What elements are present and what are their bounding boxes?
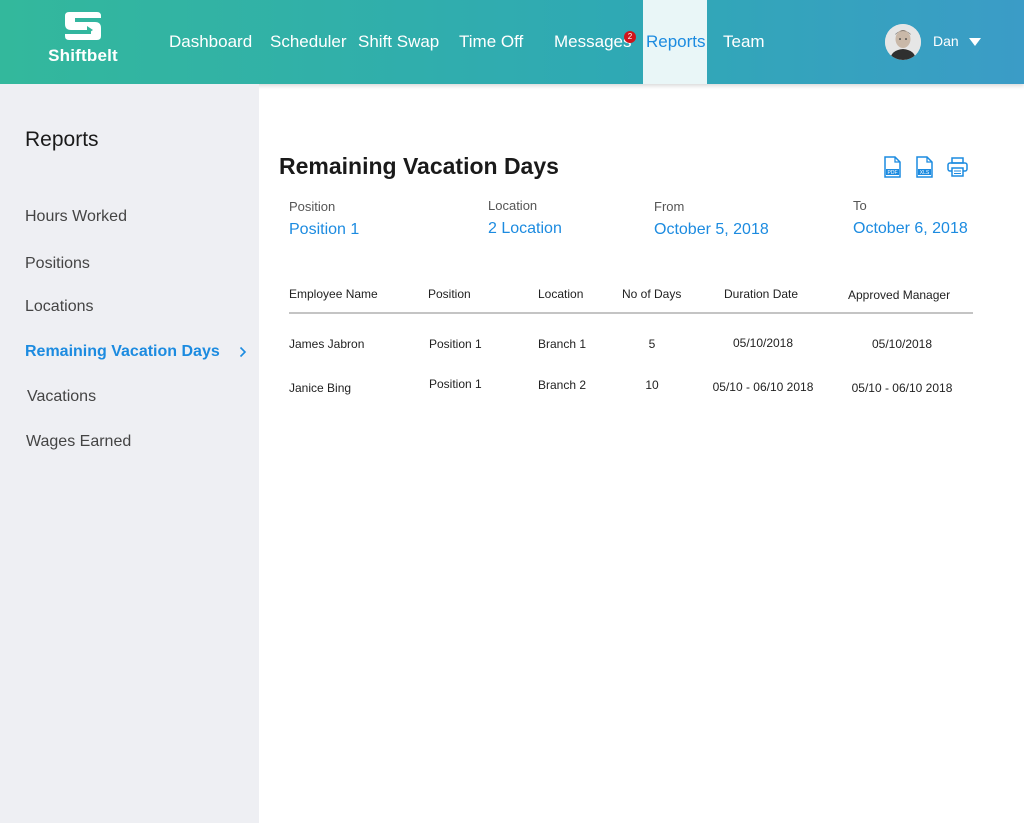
page-title: Remaining Vacation Days <box>279 153 559 179</box>
sidebar-item-wages-earned[interactable]: Wages Earned <box>26 433 131 451</box>
messages-unread-badge: 2 <box>624 31 636 43</box>
filter-to-value[interactable]: October 6, 2018 <box>853 220 968 238</box>
cell-location: Branch 1 <box>538 337 587 351</box>
app-logo[interactable]: Shiftbelt <box>44 8 122 72</box>
xls-icon[interactable]: XLS <box>916 156 933 178</box>
cell-location: Branch 2 <box>538 378 587 392</box>
table-header-divider <box>289 312 973 314</box>
sidebar-item-vacations[interactable]: Vacations <box>27 388 96 406</box>
print-icon[interactable] <box>947 157 968 177</box>
avatar-photo-icon <box>885 24 921 60</box>
cell-duration-date: 05/10/2018 <box>732 336 794 350</box>
column-header-duration-date: Duration Date <box>724 287 799 301</box>
cell-position: Position 1 <box>429 377 482 391</box>
sidebar-item-positions[interactable]: Positions <box>25 255 90 273</box>
nav-time-off[interactable]: Time Off <box>459 0 523 84</box>
nav-scheduler[interactable]: Scheduler <box>270 0 347 84</box>
column-header-location: Location <box>538 287 584 301</box>
reports-sidebar: Reports Hours Worked Positions Locations… <box>0 84 259 823</box>
sidebar-item-hours-worked[interactable]: Hours Worked <box>25 208 127 226</box>
xls-icon-label: XLS <box>920 170 930 176</box>
sidebar-item-label: Remaining Vacation Days <box>25 343 220 360</box>
filter-from-label: From <box>654 199 685 214</box>
filter-position-value[interactable]: Position 1 <box>289 221 359 239</box>
nav-reports[interactable]: Reports <box>643 0 707 84</box>
shiftbelt-logo-icon <box>65 12 101 40</box>
chevron-right-icon <box>239 346 247 358</box>
column-header-position: Position <box>428 287 471 301</box>
cell-employee-name: James Jabron <box>289 337 365 351</box>
avatar[interactable] <box>885 24 921 60</box>
cell-no-of-days: 5 <box>648 337 656 351</box>
nav-shift-swap[interactable]: Shift Swap <box>358 0 439 84</box>
cell-approved-manager: 05/10 - 06/10 2018 <box>851 381 953 395</box>
cell-position: Position 1 <box>429 337 482 351</box>
nav-messages[interactable]: Messages <box>554 0 631 84</box>
column-header-no-of-days: No of Days <box>622 287 682 301</box>
column-header-employee-name: Employee Name <box>289 287 378 301</box>
filter-from-value[interactable]: October 5, 2018 <box>654 221 769 239</box>
pdf-icon-label: PDF <box>888 170 898 176</box>
app-name: Shiftbelt <box>48 46 118 65</box>
cell-duration-date: 05/10 - 06/10 2018 <box>712 380 814 394</box>
sidebar-title: Reports <box>25 128 99 151</box>
nav-dashboard[interactable]: Dashboard <box>169 0 252 84</box>
filter-to-label: To <box>853 198 867 213</box>
cell-approved-manager: 05/10/2018 <box>871 337 933 351</box>
user-name: Dan <box>933 33 959 49</box>
sidebar-item-locations[interactable]: Locations <box>25 298 94 316</box>
top-navigation-bar: Shiftbelt Dashboard Scheduler Shift Swap… <box>0 0 1024 84</box>
chevron-down-icon[interactable] <box>969 38 981 46</box>
filter-location-value[interactable]: 2 Location <box>488 220 562 238</box>
column-header-approved-manager: Approved Manager <box>848 288 951 302</box>
filter-location-label: Location <box>488 198 538 213</box>
nav-team[interactable]: Team <box>723 0 765 84</box>
cell-employee-name: Janice Bing <box>289 381 352 395</box>
sidebar-item-remaining-vacation-days[interactable]: Remaining Vacation Days <box>25 343 247 361</box>
pdf-icon[interactable]: PDF <box>884 156 901 178</box>
filter-position-label: Position <box>289 199 336 214</box>
cell-no-of-days: 10 <box>645 378 659 392</box>
